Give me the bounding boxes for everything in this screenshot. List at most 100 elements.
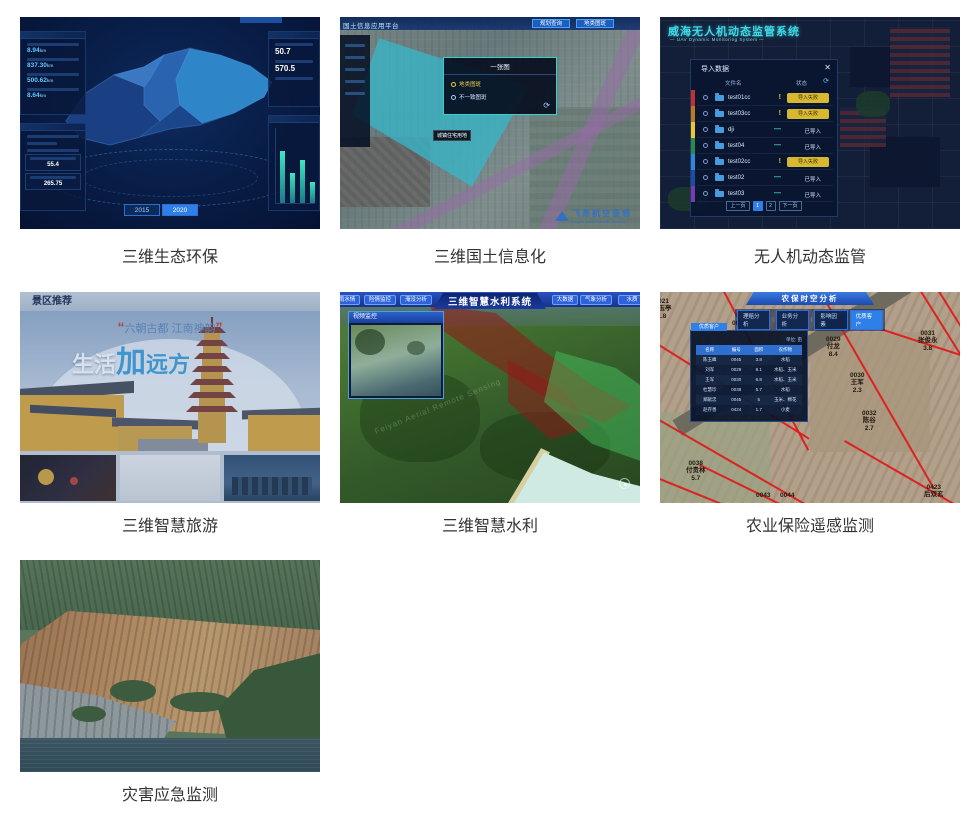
row-color-strip [691, 90, 695, 202]
orbit-ring-inner [82, 159, 258, 197]
layer-option: 不一致图斑 [451, 93, 556, 101]
customers-table: 名称编号面积农作物 陈玉峰00453.8水稻 刘军00298.1水稻、玉米 王军… [696, 345, 802, 415]
card-smart-tourism[interactable]: 景区推荐 “六朝古都 江南神韵” 生活加远方 [20, 292, 320, 503]
file-name: test01cc [728, 95, 750, 101]
parcel-label: 0031张俊永3.8 [918, 330, 938, 352]
platform-title: 国土信息应用平台 [343, 20, 399, 30]
card-land-info[interactable]: 国土信息应用平台 规划查询 地类图斑 一张图 地类图斑 不一致图斑 ⟳ 城镇住宅… [340, 17, 640, 229]
file-name: test04 [728, 143, 744, 149]
table-row: 郑献忠00455玉米、棉花 [696, 395, 802, 405]
folder-icon [715, 175, 724, 181]
panel-title: 导入数据 [701, 64, 729, 74]
file-row: test02cc ! 导入失败 [697, 154, 833, 170]
import-failed-badge: 导入失败 [787, 157, 829, 167]
table-header-row: 名称编号面积农作物 [696, 345, 802, 355]
tint-overlay [20, 292, 320, 503]
checkbox-icon [703, 191, 708, 196]
card-eco-dashboard[interactable]: 8.94km 837.30km 500.62km 8.64km 55.4 265… [20, 17, 320, 229]
column-header-status: 状态 [796, 79, 807, 87]
unit-label: 单位: 亩 [786, 337, 802, 343]
one-map-panel: 一张图 地类图斑 不一致图斑 ⟳ [443, 57, 557, 115]
stat-value: 55.4 [26, 162, 80, 170]
folder-icon [715, 127, 724, 133]
caption-uav: 无人机动态监管 [660, 243, 960, 267]
stat-value: 8.64 [27, 92, 40, 99]
compass-icon [619, 478, 630, 489]
file-name: test02 [728, 175, 744, 181]
import-failed-badge: 导入失败 [787, 109, 829, 119]
layer-option-selected: 地类图斑 [451, 80, 556, 88]
bar-chart-panel [268, 115, 320, 211]
table-row: 杜慧珍00385.7水稻 [696, 385, 802, 395]
stat-value: 500.62 [27, 77, 47, 84]
table-row: 王军00306.8水稻、玉米 [696, 375, 802, 385]
close-icon: ✕ [824, 63, 831, 72]
tab-factors: 影响因素 [814, 310, 847, 330]
stat-value: 265.75 [26, 181, 80, 189]
folder-icon [715, 159, 724, 165]
tint-overlay [20, 560, 320, 772]
caption-tourism: 三维智慧旅游 [20, 512, 320, 536]
table-row: 赵存善04241.7小麦 [696, 405, 802, 415]
checkbox-icon [703, 175, 708, 180]
folder-icon [715, 111, 724, 117]
parcel-tooltip: 城镇住宅用地 [433, 130, 471, 141]
query-button: 规划查询 [532, 19, 570, 28]
parcel-label: 0043 [756, 492, 770, 499]
mini-bar-chart [275, 128, 315, 204]
eco-bar-0 [280, 151, 285, 204]
stats-panel-left-top: 8.94km 837.30km 500.62km 8.64km [20, 31, 86, 115]
card-smart-water[interactable]: Feiyan Aerial Remote Sensing 雨水情 险情监控 淹没… [340, 292, 640, 503]
refresh-icon: ⟳ [543, 101, 550, 110]
radio-icon [451, 95, 456, 100]
caption-water: 三维智慧水利 [340, 512, 640, 536]
table-row: 陈玉峰00453.8水稻 [696, 355, 802, 365]
layer-button: 地类图斑 [576, 19, 614, 28]
park-area [856, 91, 890, 117]
card-uav-monitoring[interactable]: 威海无人机动态监管系统 — UAV Dynamic Monitoring Sys… [660, 17, 960, 229]
building-cluster [890, 27, 950, 97]
stat-value: 50.7 [275, 47, 319, 56]
dash-icon: — [774, 126, 781, 133]
column-header-file: 文件名 [725, 79, 742, 87]
video-feed [351, 325, 441, 396]
stat-value: 837.30 [27, 62, 47, 69]
parcel-label: 0423后双玄 [924, 484, 944, 499]
file-row: test03 — 已导入 [697, 186, 833, 202]
file-row: dji — 已导入 [697, 122, 833, 138]
top-bar: 国土信息应用平台 规划查询 地类图斑 [340, 17, 640, 30]
checkbox-icon [703, 127, 708, 132]
year-2015-button: 2015 [124, 204, 160, 216]
folder-icon [715, 143, 724, 149]
parcel-label: 0029付龙8.4 [826, 336, 840, 358]
top-tab [240, 17, 282, 23]
year-toggle: 2015 2020 [124, 204, 198, 216]
tab-big-data: 大数据 [552, 295, 578, 305]
warning-icon: ! [779, 110, 781, 117]
year-2020-button: 2020 [162, 204, 198, 216]
warning-icon: ! [779, 158, 781, 165]
file-name: test03 [728, 191, 744, 197]
page-2-button: 2 [766, 201, 776, 211]
system-subtitle: — UAV Dynamic Monitoring System — [670, 37, 764, 42]
dash-icon: — [774, 142, 781, 149]
imported-status: 已导入 [804, 175, 821, 183]
radio-icon [451, 82, 456, 87]
import-data-panel: 导入数据 ✕ 文件名 状态 ⟳ test01cc ! 导入失败 test03cc… [690, 59, 838, 217]
parcel-label: 0038付贵林5.7 [686, 460, 706, 482]
eco-bar-1 [290, 173, 295, 203]
parcel-label: 0021王玉亭1.8 [660, 298, 672, 320]
tab-business: 业务分析 [776, 310, 809, 330]
tab-quality-customers: 优质客户 [850, 310, 883, 330]
card-agri-insurance[interactable]: 0021王玉亭1.8 0024 0029付龙8.4 0030王军2.3 0031… [660, 292, 960, 503]
gallery-page: 8.94km 837.30km 500.62km 8.64km 55.4 265… [0, 0, 980, 815]
imported-status: 已导入 [804, 127, 821, 135]
dash-icon: — [774, 174, 781, 181]
card-disaster-monitoring[interactable] [20, 560, 320, 772]
eco-bar-3 [310, 182, 315, 203]
analysis-tabs: 理赔分析| 业务分析| 影响因素 优质客户 [735, 309, 885, 331]
folder-icon [715, 191, 724, 197]
caption-eco: 三维生态环保 [20, 243, 320, 267]
video-monitor-panel: 视频监控 [348, 311, 444, 399]
parcel-label: 0030王军2.3 [850, 372, 864, 394]
